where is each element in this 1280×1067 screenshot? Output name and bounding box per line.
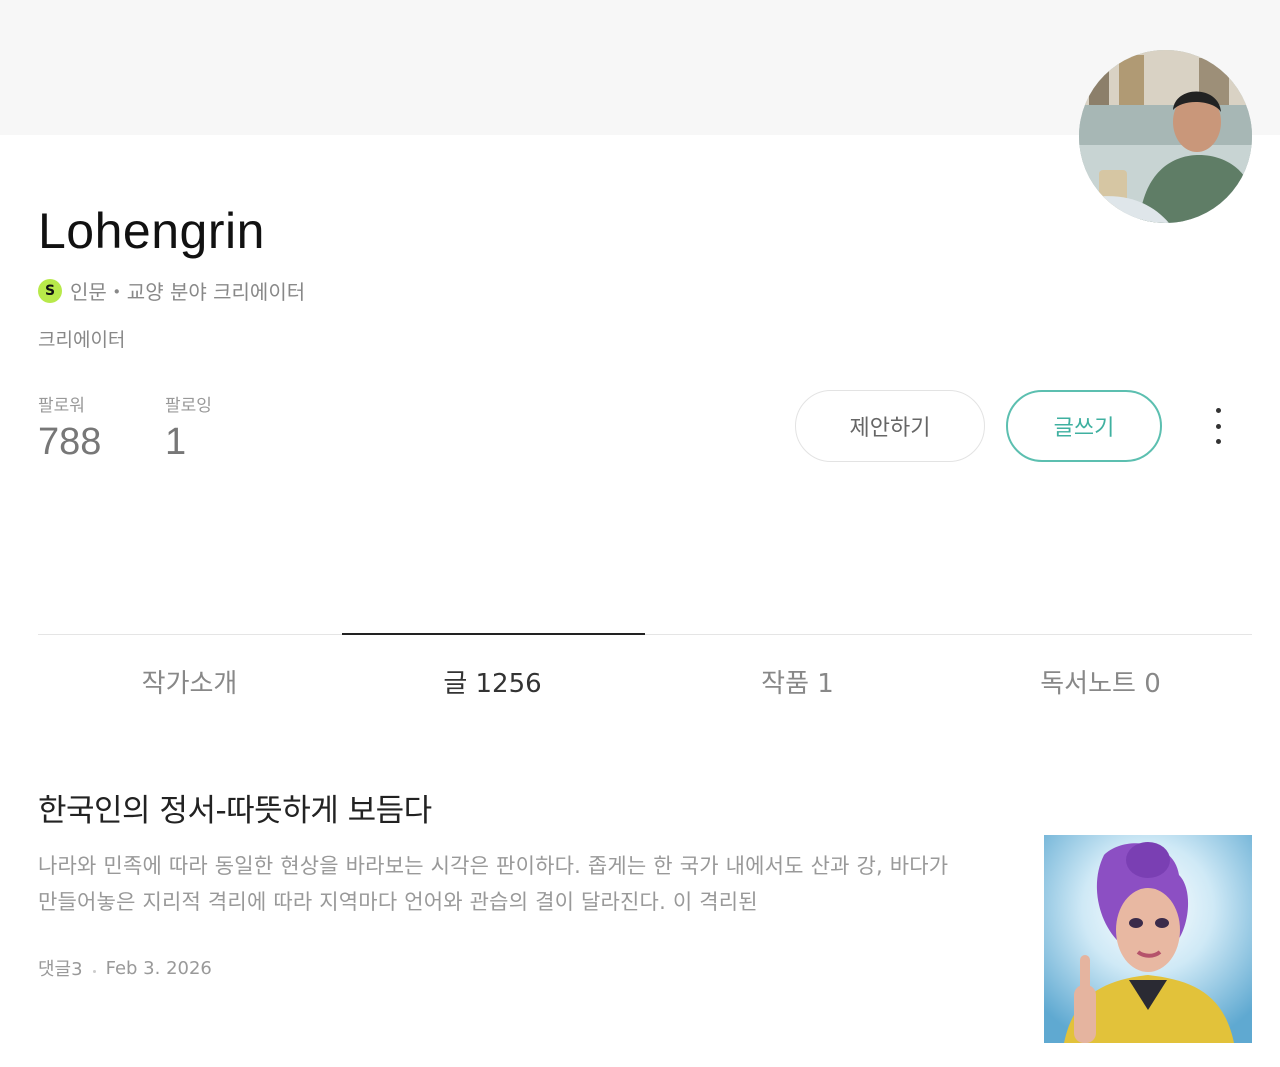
profile-avatar[interactable] — [1079, 50, 1252, 223]
followers-stat[interactable]: 팔로워 788 — [38, 394, 101, 466]
following-label: 팔로잉 — [165, 396, 212, 416]
comment-count: 댓글3 — [38, 959, 83, 980]
following-count[interactable]: 1 — [165, 418, 212, 466]
tab-reading-notes[interactable]: 독서노트 0 — [949, 664, 1252, 704]
propose-button[interactable]: 제안하기 — [795, 390, 985, 462]
category-label: 인문・교양 분야 크리에이터 — [70, 280, 306, 304]
more-dot — [1215, 439, 1221, 444]
author-category: S 인문・교양 분야 크리에이터 — [38, 276, 305, 305]
author-role: 크리에이터 — [38, 329, 126, 351]
followers-count[interactable]: 788 — [38, 418, 101, 466]
write-button[interactable]: 글쓰기 — [1006, 390, 1162, 462]
more-dot — [1215, 423, 1221, 429]
active-tab-indicator — [342, 633, 645, 635]
tab-works[interactable]: 작품 1 — [646, 664, 949, 704]
author-name: Lohengrin — [38, 203, 265, 259]
post-title[interactable]: 한국인의 정서-따뜻하게 보듬다 — [38, 788, 432, 834]
creator-badge-icon: S — [38, 278, 62, 303]
tab-author-intro[interactable]: 작가소개 — [38, 664, 341, 704]
post-excerpt[interactable]: 나라와 민족에 따라 동일한 현상을 바라보는 시각은 판이하다. 좁게는 한 … — [38, 848, 968, 920]
post-date: Feb 3. 2026 — [105, 957, 212, 979]
tabs-divider — [38, 634, 1252, 635]
post-meta: 댓글3 Feb 3. 2026 — [38, 955, 212, 981]
more-dot — [1215, 408, 1221, 413]
followers-label: 팔로워 — [38, 396, 85, 416]
post-thumbnail[interactable] — [1044, 835, 1252, 1043]
more-vertical-icon[interactable] — [1208, 408, 1228, 444]
following-stat[interactable]: 팔로잉 1 — [165, 394, 212, 466]
tab-posts[interactable]: 글 1256 — [341, 664, 644, 704]
meta-separator — [92, 969, 96, 973]
